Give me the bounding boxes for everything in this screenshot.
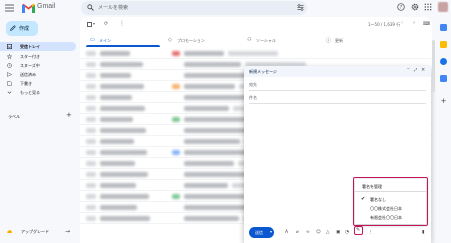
send-icon bbox=[7, 72, 12, 77]
more-options-icon[interactable]: ⋮ bbox=[368, 230, 373, 235]
keep-icon[interactable] bbox=[440, 41, 447, 48]
photo-icon[interactable]: ▣ bbox=[336, 230, 340, 235]
draft-icon bbox=[7, 81, 12, 86]
email-row[interactable] bbox=[80, 48, 432, 59]
clock-icon bbox=[7, 63, 12, 68]
trash-icon[interactable]: ▮ bbox=[422, 230, 424, 235]
annotation-highlight-box bbox=[353, 177, 428, 226]
arrow-right-icon[interactable]: → bbox=[65, 228, 70, 235]
sidebar-item-label: スヌーズ中 bbox=[20, 63, 40, 68]
sidebar-item-sent[interactable]: 送信済み bbox=[0, 70, 76, 79]
add-addon-icon[interactable]: + bbox=[440, 98, 447, 105]
emoji-icon[interactable]: ☺ bbox=[316, 230, 321, 235]
tab-updates[interactable]: ⓘ 更新 bbox=[322, 33, 400, 47]
pencil-icon bbox=[10, 25, 16, 31]
sidebar-item-starred[interactable]: スター付き bbox=[0, 52, 76, 61]
sidebar-item-snoozed[interactable]: スヌーズ中 bbox=[0, 61, 76, 70]
divider bbox=[249, 90, 426, 91]
scrollbar-thumb[interactable] bbox=[432, 40, 435, 92]
labels-heading: ラベル bbox=[8, 114, 20, 119]
gmail-logo-icon[interactable] bbox=[22, 3, 35, 13]
select-dropdown-caret-icon[interactable]: ▾ bbox=[93, 21, 95, 26]
subject-field[interactable]: 件名 bbox=[249, 95, 257, 101]
more-vert-icon[interactable]: ⋮ bbox=[119, 20, 125, 27]
cloud-upgrade-icon bbox=[7, 229, 12, 234]
apps-grid-icon[interactable] bbox=[424, 3, 432, 11]
upgrade-link[interactable]: アップグレード bbox=[21, 229, 49, 235]
sidebar-item-drafts[interactable]: 下書き bbox=[0, 79, 76, 88]
signature-pen-icon[interactable]: ✎ bbox=[356, 227, 360, 233]
main-menu-icon[interactable] bbox=[5, 4, 14, 12]
calendar-icon[interactable] bbox=[440, 24, 447, 31]
search-input[interactable]: メールを検索 bbox=[98, 4, 128, 11]
compose-window-title: 新規メッセージ bbox=[249, 69, 277, 74]
tab-label: メイン bbox=[99, 38, 111, 43]
tab-label: 更新 bbox=[335, 38, 343, 43]
tab-label: プロモーション bbox=[177, 38, 205, 43]
lock-icon[interactable]: ◔ bbox=[345, 230, 349, 235]
tab-promotions[interactable]: ◇ プロモーション bbox=[164, 33, 242, 47]
select-all-checkbox[interactable] bbox=[87, 22, 92, 27]
inbox-icon: ▭ bbox=[90, 37, 95, 43]
send-options-caret-icon[interactable]: ▾ bbox=[270, 229, 272, 234]
sidebar-item-label: 下書き bbox=[20, 81, 32, 86]
minimize-icon[interactable]: – bbox=[407, 66, 410, 72]
add-label-button[interactable]: + bbox=[66, 111, 72, 119]
chevron-down-icon bbox=[7, 90, 12, 95]
help-icon[interactable]: ? bbox=[397, 3, 405, 11]
tasks-icon[interactable] bbox=[440, 58, 447, 65]
tag-icon: ◇ bbox=[168, 37, 172, 43]
search-icon[interactable] bbox=[87, 4, 94, 11]
info-icon: ⓘ bbox=[326, 38, 332, 44]
side-panel bbox=[436, 17, 451, 243]
people-icon: ⚇ bbox=[247, 37, 252, 43]
search-options-icon[interactable] bbox=[297, 4, 304, 11]
attach-icon[interactable]: ⌀ bbox=[296, 230, 299, 235]
settings-gear-icon[interactable] bbox=[411, 3, 419, 11]
contacts-icon[interactable] bbox=[440, 75, 447, 82]
app-brand: Gmail bbox=[37, 3, 56, 10]
format-text-icon[interactable]: A bbox=[285, 230, 288, 235]
next-page-button[interactable]: › bbox=[413, 20, 415, 26]
link-icon[interactable]: ∞ bbox=[306, 230, 310, 235]
to-field[interactable]: 宛先 bbox=[249, 82, 257, 88]
sidebar-item-inbox[interactable]: 受信トレイ bbox=[0, 42, 76, 51]
drive-icon[interactable]: △ bbox=[326, 230, 329, 235]
sidebar-item-more[interactable]: もっと見る bbox=[0, 88, 76, 97]
close-icon[interactable]: × bbox=[421, 67, 425, 73]
inbox-icon bbox=[7, 44, 12, 49]
sidebar-item-label: 送信済み bbox=[20, 72, 36, 77]
refresh-icon[interactable]: ⟳ bbox=[104, 21, 108, 27]
tab-social[interactable]: ⚇ ソーシャル bbox=[243, 33, 321, 47]
active-tab-indicator bbox=[86, 45, 160, 47]
sidebar-item-label: スター付き bbox=[20, 54, 40, 59]
pagination-text: 1～50 / 1,639 行 bbox=[368, 22, 401, 27]
divider bbox=[249, 103, 426, 104]
star-icon bbox=[7, 54, 12, 59]
send-button-label: 送信 bbox=[255, 230, 263, 235]
previous-page-button[interactable]: ‹ bbox=[401, 20, 403, 26]
account-avatar[interactable] bbox=[438, 2, 448, 12]
tab-label: ソーシャル bbox=[256, 38, 276, 43]
sidebar-item-label: もっと見る bbox=[20, 90, 40, 95]
expand-icon[interactable]: ⤢ bbox=[414, 67, 417, 72]
sidebar-item-label: 受信トレイ bbox=[20, 44, 40, 49]
keyboard-icon[interactable]: ⌨ bbox=[423, 21, 430, 27]
compose-label: 作成 bbox=[19, 26, 30, 32]
